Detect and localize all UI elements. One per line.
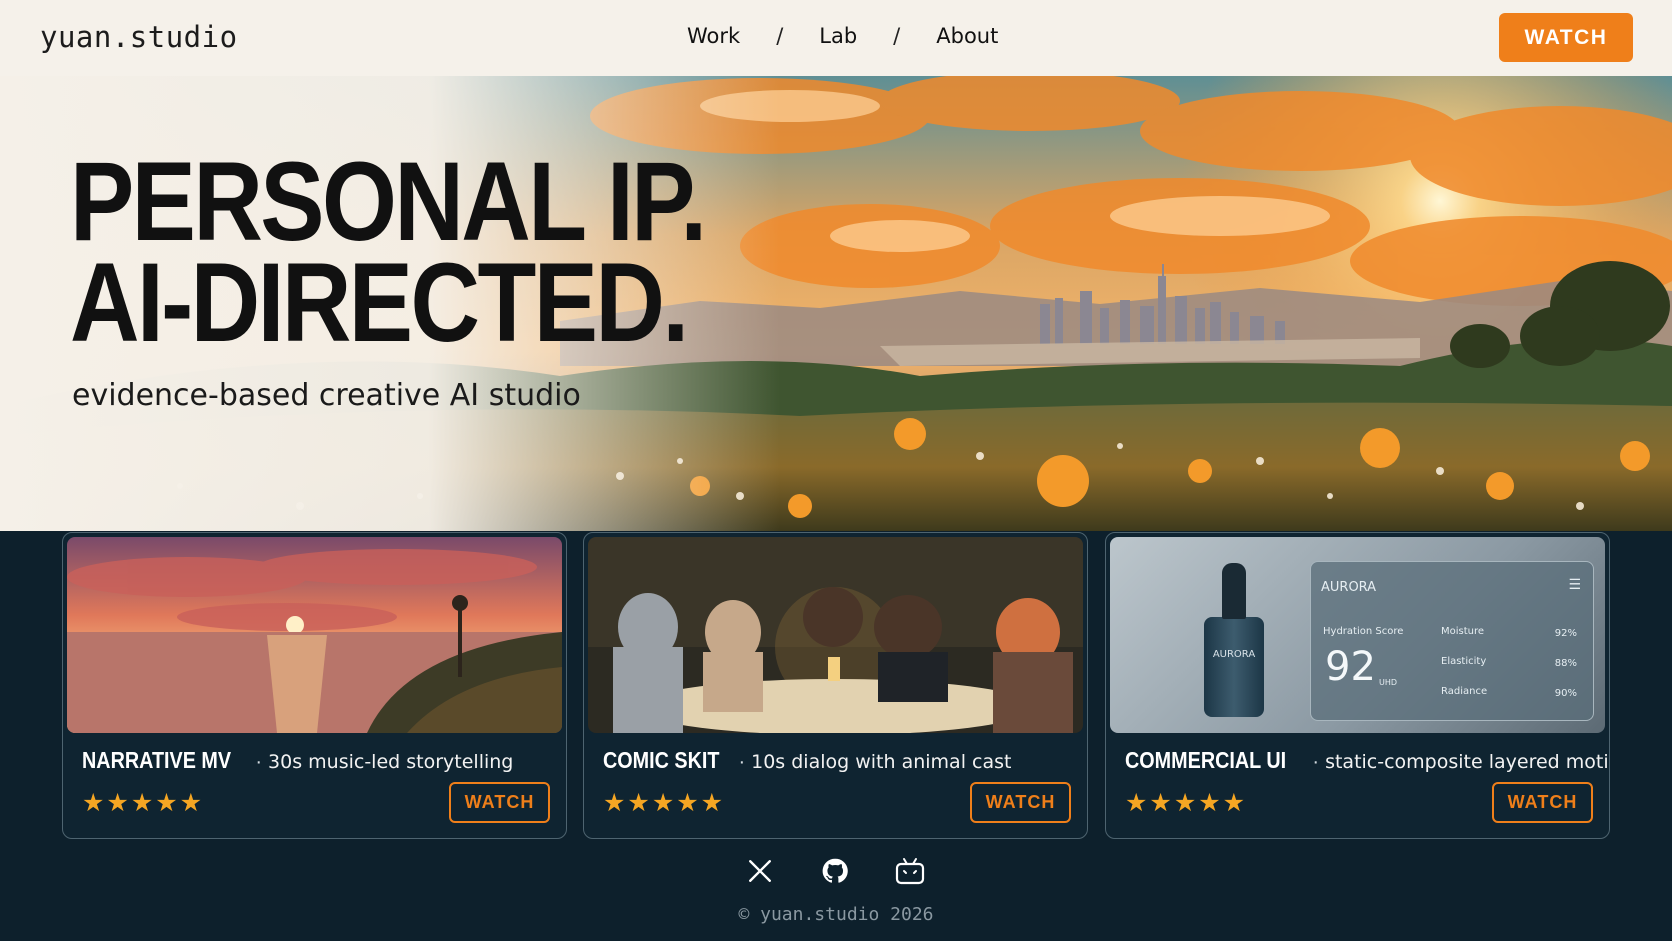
nav-work[interactable]: Work — [687, 24, 740, 48]
card-watch-button[interactable]: WATCH — [1492, 782, 1593, 823]
card-commercial-ui[interactable]: AURORA AURORA ☰ Hydration Score 92 UHD M… — [1105, 532, 1610, 839]
card-title: COMMERCIAL UI · static-composite layered… — [1125, 747, 1610, 774]
hero-title-line2: AI-DIRECTED. — [70, 240, 689, 365]
x-icon[interactable] — [745, 856, 775, 886]
card-description: 30s music-led storytelling — [268, 751, 514, 773]
copyright-text: © yuan.studio 2026 — [738, 904, 934, 925]
card-separator: · — [255, 751, 263, 773]
bottle-label: AURORA — [1212, 649, 1256, 660]
card-watch-button[interactable]: WATCH — [449, 782, 550, 823]
hero-title-line1: PERSONAL IP. — [70, 139, 707, 264]
nav-about[interactable]: About — [936, 24, 998, 48]
metric-elasticity-value: 88% — [1554, 658, 1577, 669]
score-unit: UHD — [1379, 678, 1398, 687]
card-thumbnail-sunset[interactable] — [67, 537, 562, 733]
card-separator: · — [1312, 751, 1320, 773]
metric-radiance-label: Radiance — [1441, 686, 1488, 697]
card-name: COMMERCIAL UI — [1125, 747, 1287, 773]
card-thumbnail-skincare[interactable]: AURORA AURORA ☰ Hydration Score 92 UHD M… — [1110, 537, 1605, 733]
nav-lab[interactable]: Lab — [819, 24, 857, 48]
card-thumbnail-dinner[interactable] — [588, 537, 1083, 733]
star-rating: ★★★★★ — [1125, 789, 1248, 817]
dashboard-panel: AURORA ☰ Hydration Score 92 UHD Moisture… — [1310, 561, 1594, 721]
bottle-dropper — [1222, 563, 1246, 619]
metric-radiance-value: 90% — [1554, 688, 1577, 699]
metric-moisture-label: Moisture — [1441, 626, 1485, 637]
card-narrative-mv[interactable]: NARRATIVE MV · 30s music-led storytellin… — [62, 532, 567, 839]
card-separator: · — [738, 751, 746, 773]
bilibili-icon[interactable] — [895, 856, 925, 886]
metric-moisture-value: 92% — [1554, 628, 1577, 639]
card-title: COMIC SKIT · 10s dialog with animal cast — [603, 747, 1011, 774]
nav-separator: / — [893, 24, 901, 48]
github-icon[interactable] — [820, 856, 850, 886]
card-comic-skit[interactable]: COMIC SKIT · 10s dialog with animal cast… — [583, 532, 1088, 839]
card-description: static-composite layered motion — [1325, 751, 1610, 773]
card-name: NARRATIVE MV — [82, 747, 232, 773]
main-nav: Work / Lab / About — [687, 24, 998, 48]
star-rating: ★★★★★ — [603, 789, 726, 817]
card-title: NARRATIVE MV · 30s music-led storytellin… — [82, 747, 513, 774]
hero-title: PERSONAL IP. AI-DIRECTED. — [70, 139, 707, 365]
panel-brand: AURORA — [1321, 580, 1377, 595]
card-description: 10s dialog with animal cast — [751, 751, 1012, 773]
card-watch-button[interactable]: WATCH — [970, 782, 1071, 823]
hero-subtitle: evidence-based creative AI studio — [72, 378, 581, 413]
site-header: yuan.studio Work / Lab / About WATCH — [0, 0, 1672, 76]
serum-bottle — [1204, 617, 1264, 717]
header-watch-button[interactable]: WATCH — [1499, 13, 1633, 62]
nav-separator: / — [776, 24, 784, 48]
menu-icon[interactable]: ☰ — [1568, 576, 1581, 593]
site-logo[interactable]: yuan.studio — [40, 20, 238, 54]
score-value: 92 — [1325, 644, 1376, 690]
metric-elasticity-label: Elasticity — [1441, 656, 1487, 667]
card-name: COMIC SKIT — [603, 747, 720, 773]
hero-section: PERSONAL IP. AI-DIRECTED. evidence-based… — [0, 76, 1672, 531]
score-label: Hydration Score — [1323, 626, 1404, 637]
star-rating: ★★★★★ — [82, 789, 205, 817]
